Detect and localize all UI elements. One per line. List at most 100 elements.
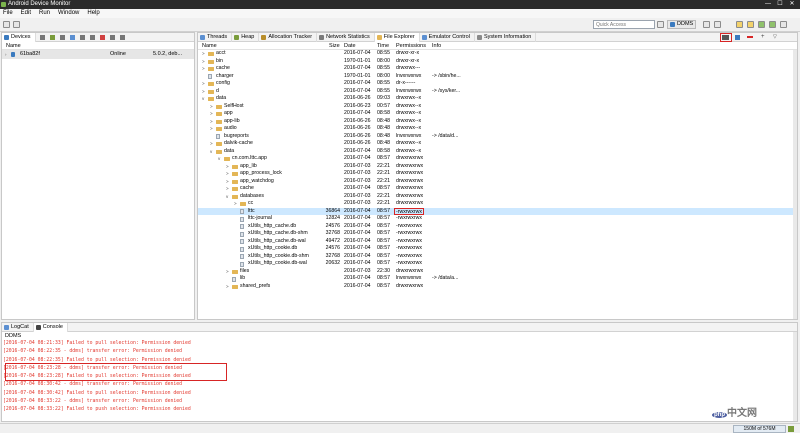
perspective-icon-2[interactable] bbox=[714, 21, 721, 28]
table-row[interactable]: xUtils_http_cache.db-wal 49472 2016-07-04 0… bbox=[198, 238, 797, 246]
menu-run[interactable]: Run bbox=[39, 9, 50, 18]
table-row[interactable]: > app 2016-07-04 08:58 drwxrwx--x bbox=[198, 110, 797, 118]
table-row[interactable]: xUtils_http_cache.db 24576 2016-07-04 08:57… bbox=[198, 223, 797, 231]
quick-access-input[interactable] bbox=[593, 20, 655, 29]
heap-status[interactable]: 150M of 576M bbox=[733, 425, 786, 433]
table-row[interactable]: v data 2016-07-04 08:58 drwxrwx--x bbox=[198, 148, 797, 156]
table-row[interactable]: lib 2016-07-04 08:57 lrwxrwxrwx -> /data/a..… bbox=[198, 275, 797, 283]
debug-icon[interactable] bbox=[40, 35, 45, 40]
table-row[interactable]: > SelfHost 2016-06-23 00:57 drwxrwx--x bbox=[198, 103, 797, 111]
update-threads-icon[interactable] bbox=[80, 35, 85, 40]
table-row[interactable]: > dalvik-cache 2016-06-26 08:48 drwxrwx--x bbox=[198, 140, 797, 148]
tab-logcat[interactable]: LogCat bbox=[2, 323, 34, 332]
table-row[interactable]: > cc 2016-07-03 22:21 drwxrwxrwx bbox=[198, 200, 797, 208]
gc-icon[interactable] bbox=[70, 35, 75, 40]
table-row[interactable]: lttc-journal 12824 2016-07-04 08:57 -rwxrwxr… bbox=[198, 215, 797, 223]
tab-heap[interactable]: Heap bbox=[232, 33, 260, 42]
table-row[interactable]: > app_watchdog 2016-07-03 22:21 drwxrwxrwx bbox=[198, 178, 797, 186]
dump-hprof-icon[interactable] bbox=[60, 35, 65, 40]
gc-trash-icon[interactable] bbox=[788, 426, 794, 432]
chevron-down-icon[interactable]: v bbox=[218, 155, 222, 163]
tab-console[interactable]: Console bbox=[33, 323, 68, 332]
chevron-down-icon[interactable]: v bbox=[202, 95, 206, 103]
delete-icon[interactable] bbox=[747, 36, 753, 38]
expand-arrow-icon[interactable]: › bbox=[5, 50, 7, 59]
chevron-right-icon[interactable]: > bbox=[226, 178, 230, 186]
chevron-down-icon[interactable]: v bbox=[226, 193, 230, 201]
tab-allocation-tracker[interactable]: Allocation Tracker bbox=[259, 33, 318, 42]
table-row[interactable]: v cn.com.lttc.app 2016-07-04 08:57 drwxrwxrw… bbox=[198, 155, 797, 163]
chevron-right-icon[interactable]: > bbox=[226, 268, 230, 276]
console-scrollbar[interactable] bbox=[793, 332, 797, 421]
tab-file-explorer[interactable]: File Explorer bbox=[374, 33, 420, 42]
chevron-right-icon[interactable]: > bbox=[202, 50, 206, 58]
menu-edit[interactable]: Edit bbox=[21, 9, 31, 18]
table-row[interactable]: v databases 2016-07-03 22:21 drwxrwxrwx bbox=[198, 193, 797, 201]
chevron-right-icon[interactable]: > bbox=[226, 185, 230, 193]
chevron-right-icon[interactable]: > bbox=[226, 163, 230, 171]
tab-system-information[interactable]: System Information bbox=[475, 33, 537, 42]
perspective-icon-4[interactable] bbox=[747, 21, 754, 28]
view-menu-icon[interactable]: ▽ bbox=[773, 34, 777, 40]
chevron-right-icon[interactable]: > bbox=[234, 200, 238, 208]
table-row[interactable]: > cache 2016-07-04 08:55 drwxrwx--- bbox=[198, 65, 797, 73]
table-row[interactable]: xUtils_http_cache.db-shm 32768 2016-07-04 0… bbox=[198, 230, 797, 238]
method-profiling-icon[interactable] bbox=[90, 35, 95, 40]
chevron-right-icon[interactable]: > bbox=[210, 110, 214, 118]
chevron-right-icon[interactable]: > bbox=[210, 118, 214, 126]
chevron-down-icon[interactable]: v bbox=[210, 148, 214, 156]
table-row[interactable]: bugreports 2016-06-26 08:48 lrwxrwxrwx -> /d… bbox=[198, 133, 797, 141]
table-row[interactable]: lttc 36864 2016-07-04 08:57 -rwxrwxrwx bbox=[198, 207, 797, 215]
chevron-right-icon[interactable]: > bbox=[226, 283, 230, 291]
push-file-icon[interactable] bbox=[735, 35, 740, 40]
table-row[interactable]: > files 2016-07-03 22:30 drwxrwxrwx bbox=[198, 268, 797, 276]
table-row[interactable]: xUtils_http_cookie.db 24576 2016-07-04 08:5… bbox=[198, 245, 797, 253]
file-table-scrollbar[interactable] bbox=[793, 50, 797, 319]
new-icon[interactable] bbox=[3, 21, 10, 28]
screen-capture-icon[interactable] bbox=[110, 35, 115, 40]
tab-network-statistics[interactable]: Network Statistics bbox=[317, 33, 375, 42]
table-row[interactable]: > app_lib 2016-07-03 22:21 drwxrwxrwx bbox=[198, 163, 797, 171]
chevron-right-icon[interactable]: > bbox=[210, 125, 214, 133]
device-row[interactable]: › 61ba82f Online 5.0.2, deb... bbox=[2, 50, 194, 59]
table-row[interactable]: > bin 1970-01-01 08:00 drwxr-xr-x bbox=[198, 58, 797, 66]
stop-process-icon[interactable] bbox=[100, 35, 105, 40]
update-heap-icon[interactable] bbox=[50, 35, 55, 40]
menu-help[interactable]: Help bbox=[87, 9, 99, 18]
perspective-icon-7[interactable] bbox=[780, 21, 787, 28]
pull-file-icon[interactable] bbox=[722, 35, 729, 40]
perspective-icon-3[interactable] bbox=[736, 21, 743, 28]
dump-view-icon[interactable] bbox=[120, 35, 125, 40]
tab-threads[interactable]: Threads bbox=[198, 33, 233, 42]
table-row[interactable]: > app-lib 2016-06-26 08:48 drwxrwx--x bbox=[198, 118, 797, 126]
table-row[interactable]: xUtils_http_cookie.db-shm 32768 2016-07-04… bbox=[198, 253, 797, 261]
table-row[interactable]: > d 2016-07-04 08:55 lrwxrwxrwx -> /sys/ker..… bbox=[198, 88, 797, 96]
table-row[interactable]: charger 1970-01-01 08:00 lrwxrwxrwx -> /sbin… bbox=[198, 73, 797, 81]
chevron-right-icon[interactable]: > bbox=[202, 58, 206, 66]
perspective-icon-6[interactable] bbox=[769, 21, 776, 28]
ddms-perspective-button[interactable]: DDMS bbox=[667, 20, 697, 29]
menu-file[interactable]: File bbox=[3, 9, 13, 18]
table-row[interactable]: > audio 2016-06-26 08:48 drwxrwx--x bbox=[198, 125, 797, 133]
menu-window[interactable]: Window bbox=[58, 9, 79, 18]
chevron-right-icon[interactable]: > bbox=[226, 170, 230, 178]
table-row[interactable]: > shared_prefs 2016-07-04 08:57 drwxrwxrwx bbox=[198, 283, 797, 291]
chevron-right-icon[interactable]: > bbox=[202, 88, 206, 96]
table-row[interactable]: > cache 2016-07-04 08:57 drwxrwxrwx bbox=[198, 185, 797, 193]
table-row[interactable]: > config 2016-07-04 08:55 dr-x------ bbox=[198, 80, 797, 88]
tab-emulator-control[interactable]: Emulator Control bbox=[420, 33, 475, 42]
chevron-right-icon[interactable]: > bbox=[210, 140, 214, 148]
table-row[interactable]: > app_process_lock 2016-07-03 22:21 drwxrwxr… bbox=[198, 170, 797, 178]
save-icon[interactable] bbox=[13, 21, 20, 28]
chevron-right-icon[interactable]: > bbox=[202, 80, 206, 88]
new-folder-icon[interactable]: + bbox=[761, 34, 765, 40]
chevron-right-icon[interactable]: > bbox=[210, 103, 214, 111]
table-row[interactable]: > acct 2016-07-04 08:55 drwxr-xr-x bbox=[198, 50, 797, 58]
table-row[interactable]: v data 2016-06-26 09:03 drwxrwx--x bbox=[198, 95, 797, 103]
close-button[interactable]: ✕ bbox=[786, 0, 798, 9]
chevron-right-icon[interactable]: > bbox=[202, 65, 206, 73]
tab-devices[interactable]: Devices bbox=[2, 33, 36, 42]
perspective-icon-1[interactable] bbox=[703, 21, 710, 28]
open-perspective-icon[interactable] bbox=[657, 21, 664, 28]
minimize-button[interactable]: — bbox=[762, 0, 774, 9]
